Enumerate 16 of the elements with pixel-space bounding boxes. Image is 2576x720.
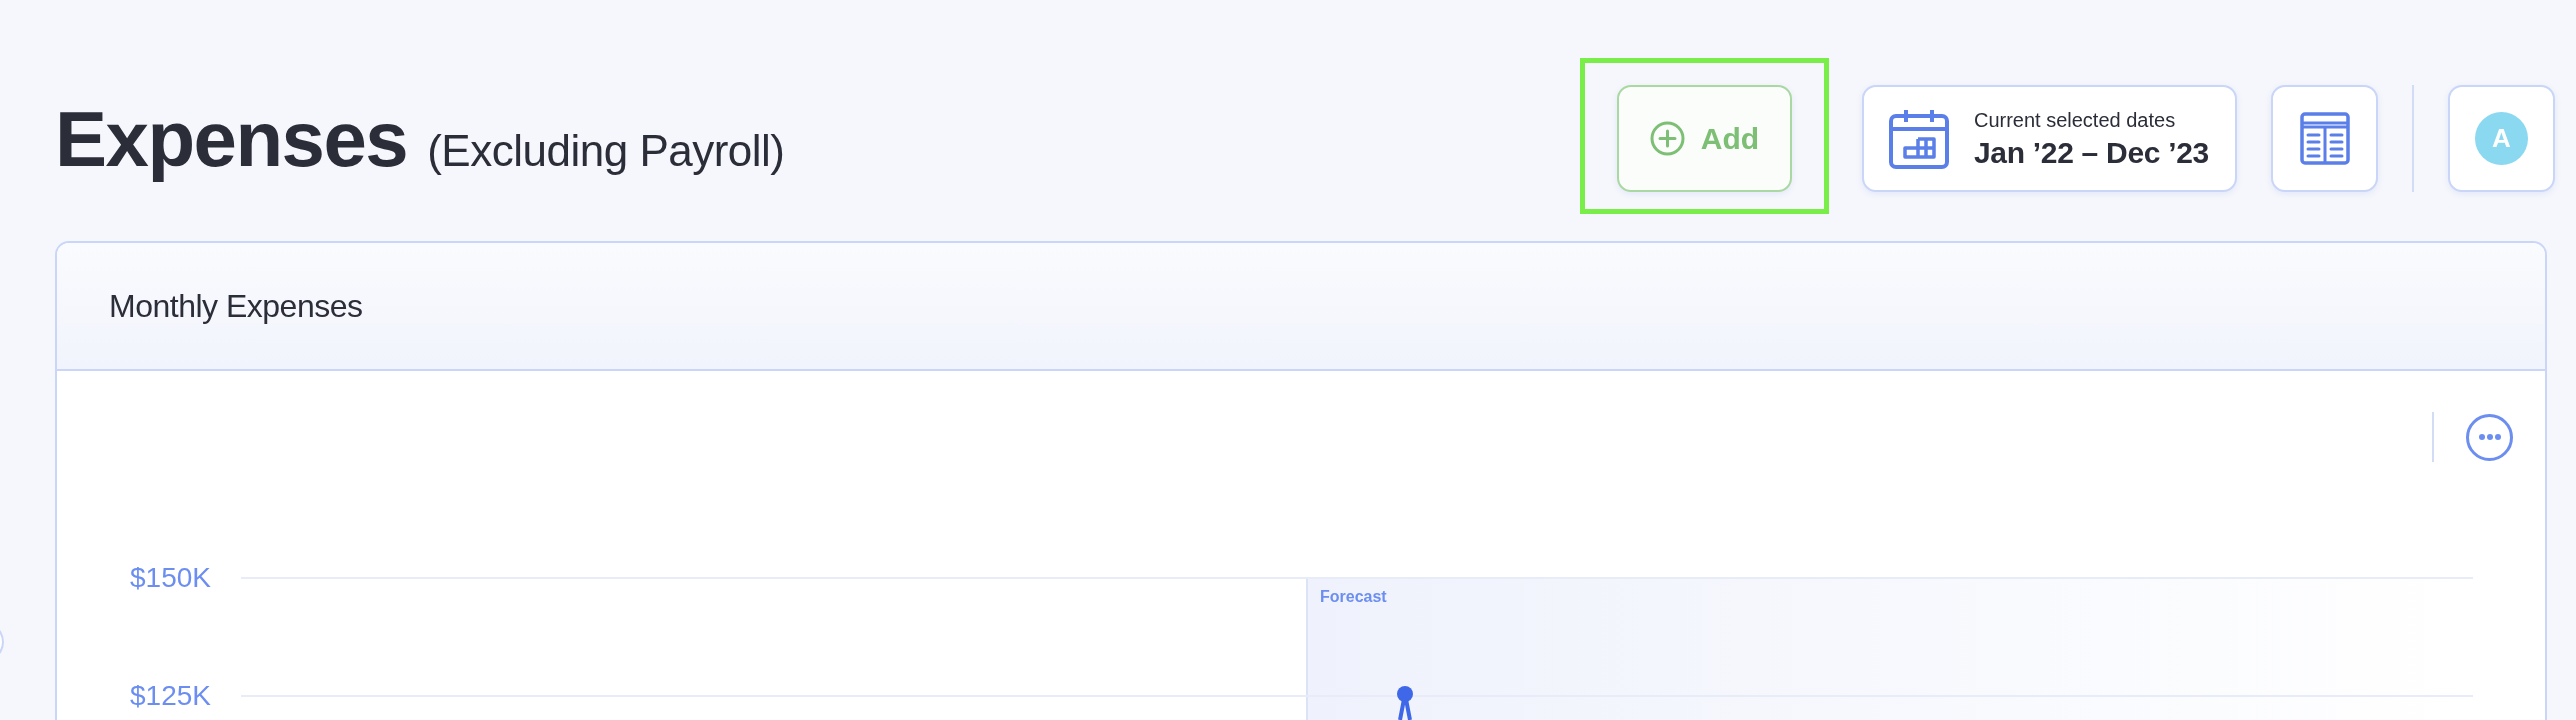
table-view-button[interactable]	[2271, 85, 2378, 192]
date-range-button[interactable]: Current selected dates Jan ’22 – Dec ’23	[1861, 85, 2237, 192]
forecast-label: Forecast	[1320, 587, 1387, 607]
add-button[interactable]: Add	[1616, 85, 1792, 192]
y-axis-label: $150K	[130, 561, 211, 595]
more-options-button[interactable]	[2466, 413, 2513, 461]
user-avatar: A	[2475, 112, 2528, 165]
table-icon	[2299, 112, 2350, 165]
y-axis-label: $125K	[130, 679, 211, 713]
page-subtitle: (Excluding Payroll)	[427, 128, 785, 173]
plus-circle-icon	[1649, 121, 1685, 156]
data-point	[1397, 686, 1413, 702]
ellipsis-icon	[2478, 434, 2501, 440]
avatar-button[interactable]: A	[2448, 85, 2555, 192]
card-title: Monthly Expenses	[109, 287, 363, 325]
calendar-icon	[1888, 108, 1949, 169]
